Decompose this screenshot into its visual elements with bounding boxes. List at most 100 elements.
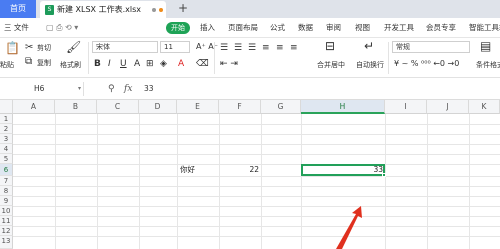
conditional-format-button[interactable]: 条件格式 (476, 60, 500, 70)
unsaved-indicator-icon (159, 8, 163, 12)
ribbon-separator (88, 42, 89, 74)
number-format-select[interactable]: 常规 (392, 41, 470, 53)
copy-icon: ⧉ (25, 56, 33, 67)
active-cell-selection[interactable] (301, 164, 385, 176)
toolbar-quick-icons[interactable]: ▢ ⎙ ⟲ ▾ (46, 18, 78, 38)
cut-button[interactable]: 剪切 (37, 43, 51, 53)
menu-page-layout[interactable]: 页面布局 (228, 18, 258, 38)
column-header-c[interactable]: C (97, 100, 139, 114)
name-box[interactable]: H6 (0, 82, 84, 96)
column-header-f[interactable]: F (219, 100, 261, 114)
row-header-3[interactable]: 3 (0, 134, 13, 144)
align-middle-icon[interactable]: ☰ (234, 43, 242, 53)
conditional-format-icon: ▤ (480, 39, 492, 53)
bold-button[interactable]: B (94, 59, 101, 69)
column-header-e[interactable]: E (177, 100, 219, 114)
grid-row-line (13, 134, 500, 135)
ribbon: 📋 粘贴 ✂ 剪切 ⧉ 复制 🖌 格式刷 宋体 11 A⁺ A⁻ B I U A… (0, 38, 500, 78)
paste-icon[interactable]: 📋 (5, 42, 20, 54)
italic-button[interactable]: I (108, 59, 111, 69)
font-name-select[interactable]: 宋体 (92, 41, 158, 53)
new-tab-button[interactable]: + (178, 0, 188, 17)
grid-row-line (13, 216, 500, 217)
annotation-arrow-shape (336, 206, 362, 249)
font-color-icon[interactable]: A (178, 59, 184, 69)
align-left-icon[interactable]: ≡ (262, 43, 270, 53)
underline-button[interactable]: U (120, 59, 127, 69)
menu-review[interactable]: 审阅 (326, 18, 341, 38)
home-tab[interactable]: 首页 (0, 0, 36, 18)
tab-pin-icon[interactable] (152, 8, 156, 12)
strikethrough-button[interactable]: A (134, 59, 140, 69)
grid-row-line (13, 144, 500, 145)
row-header-11[interactable]: 11 (0, 216, 13, 226)
clear-format-icon[interactable]: ⌫ (196, 59, 209, 69)
column-header-g[interactable]: G (261, 100, 301, 114)
file-tab-label: 新建 XLSX 工作表.xlsx (57, 5, 141, 14)
file-menu[interactable]: 三 文件 (4, 18, 29, 38)
merge-center-button[interactable]: 合并居中 (317, 60, 345, 70)
menu-insert[interactable]: 插入 (200, 18, 215, 38)
column-header-k[interactable]: K (469, 100, 500, 114)
border-icon[interactable]: ⊞ (146, 59, 154, 69)
grid-row-line (13, 124, 500, 125)
wrap-text-button[interactable]: 自动换行 (356, 60, 384, 70)
align-top-icon[interactable]: ☰ (220, 43, 228, 53)
menu-developer[interactable]: 开发工具 (384, 18, 414, 38)
row-header-7[interactable]: 7 (0, 176, 13, 186)
grid-row-line (13, 236, 500, 237)
row-header-5[interactable]: 5 (0, 154, 13, 164)
align-bottom-icon[interactable]: ☰ (248, 43, 256, 53)
file-tab[interactable]: S 新建 XLSX 工作表.xlsx (40, 1, 166, 18)
zoom-search-icon[interactable]: ⚲ (108, 82, 115, 96)
select-all-corner[interactable] (0, 100, 13, 114)
formula-bar: H6 ▾ ⚲ fx 33 (0, 78, 500, 100)
currency-percent-icons[interactable]: ¥ ~ % ⁰⁰⁰ ←0 →0 (394, 59, 459, 68)
align-center-icon[interactable]: ≡ (276, 43, 284, 53)
indent-icon[interactable]: ⇤ ⇥ (220, 59, 238, 69)
column-header-i[interactable]: I (385, 100, 427, 114)
row-header-10[interactable]: 10 (0, 206, 13, 216)
grid-row-line (13, 154, 500, 155)
menu-smart-tools[interactable]: 智能工具箱 (469, 18, 500, 38)
column-header-b[interactable]: B (55, 100, 97, 114)
scissors-icon: ✂ (25, 42, 34, 53)
menu-formulas[interactable]: 公式 (270, 18, 285, 38)
column-header-d[interactable]: D (139, 100, 177, 114)
menu-member[interactable]: 会员专享 (426, 18, 456, 38)
menu-data[interactable]: 数据 (298, 18, 313, 38)
row-header-12[interactable]: 12 (0, 226, 13, 236)
format-painter-icon: 🖌 (66, 40, 82, 54)
column-header-j[interactable]: J (427, 100, 469, 114)
name-box-dropdown-icon[interactable]: ▾ (78, 85, 81, 92)
row-header-1[interactable]: 1 (0, 114, 13, 124)
column-header-h[interactable]: H (301, 100, 385, 114)
grid-row-line (13, 176, 500, 177)
copy-button[interactable]: 复制 (37, 58, 51, 68)
formula-input[interactable]: 33 (144, 82, 154, 96)
cell-f6[interactable]: 22 (219, 165, 259, 175)
fill-handle[interactable] (382, 173, 386, 177)
menu-start[interactable]: 开始 (166, 22, 190, 34)
row-header-6[interactable]: 6 (0, 164, 13, 176)
row-header-13[interactable]: 13 (0, 236, 13, 249)
column-header-a[interactable]: A (13, 100, 55, 114)
grid-row-line (13, 226, 500, 227)
fx-label[interactable]: fx (124, 82, 132, 96)
wrap-text-icon: ↵ (364, 39, 375, 53)
menu-bar: 三 文件 ▢ ⎙ ⟲ ▾ 开始 插入 页面布局 公式 数据 审阅 视图 开发工具… (0, 18, 500, 38)
row-header-9[interactable]: 9 (0, 196, 13, 206)
spreadsheet-file-icon: S (45, 5, 54, 15)
align-right-icon[interactable]: ≡ (290, 43, 298, 53)
menu-view[interactable]: 视图 (355, 18, 370, 38)
row-header-4[interactable]: 4 (0, 144, 13, 154)
tab-bar: 首页 S 新建 XLSX 工作表.xlsx + (0, 0, 500, 18)
font-size-select[interactable]: 11 (160, 41, 190, 53)
row-header-8[interactable]: 8 (0, 186, 13, 196)
row-header-2[interactable]: 2 (0, 124, 13, 134)
cell-e6[interactable]: 你好 (180, 165, 195, 175)
paste-button[interactable]: 粘贴 (0, 60, 14, 70)
format-painter-button[interactable]: 格式刷 (60, 60, 81, 70)
spreadsheet-grid[interactable]: A B C D E F G H I J K 1 2 3 4 5 6 7 8 9 … (0, 100, 500, 249)
fill-color-icon[interactable]: ◈ (160, 59, 167, 69)
